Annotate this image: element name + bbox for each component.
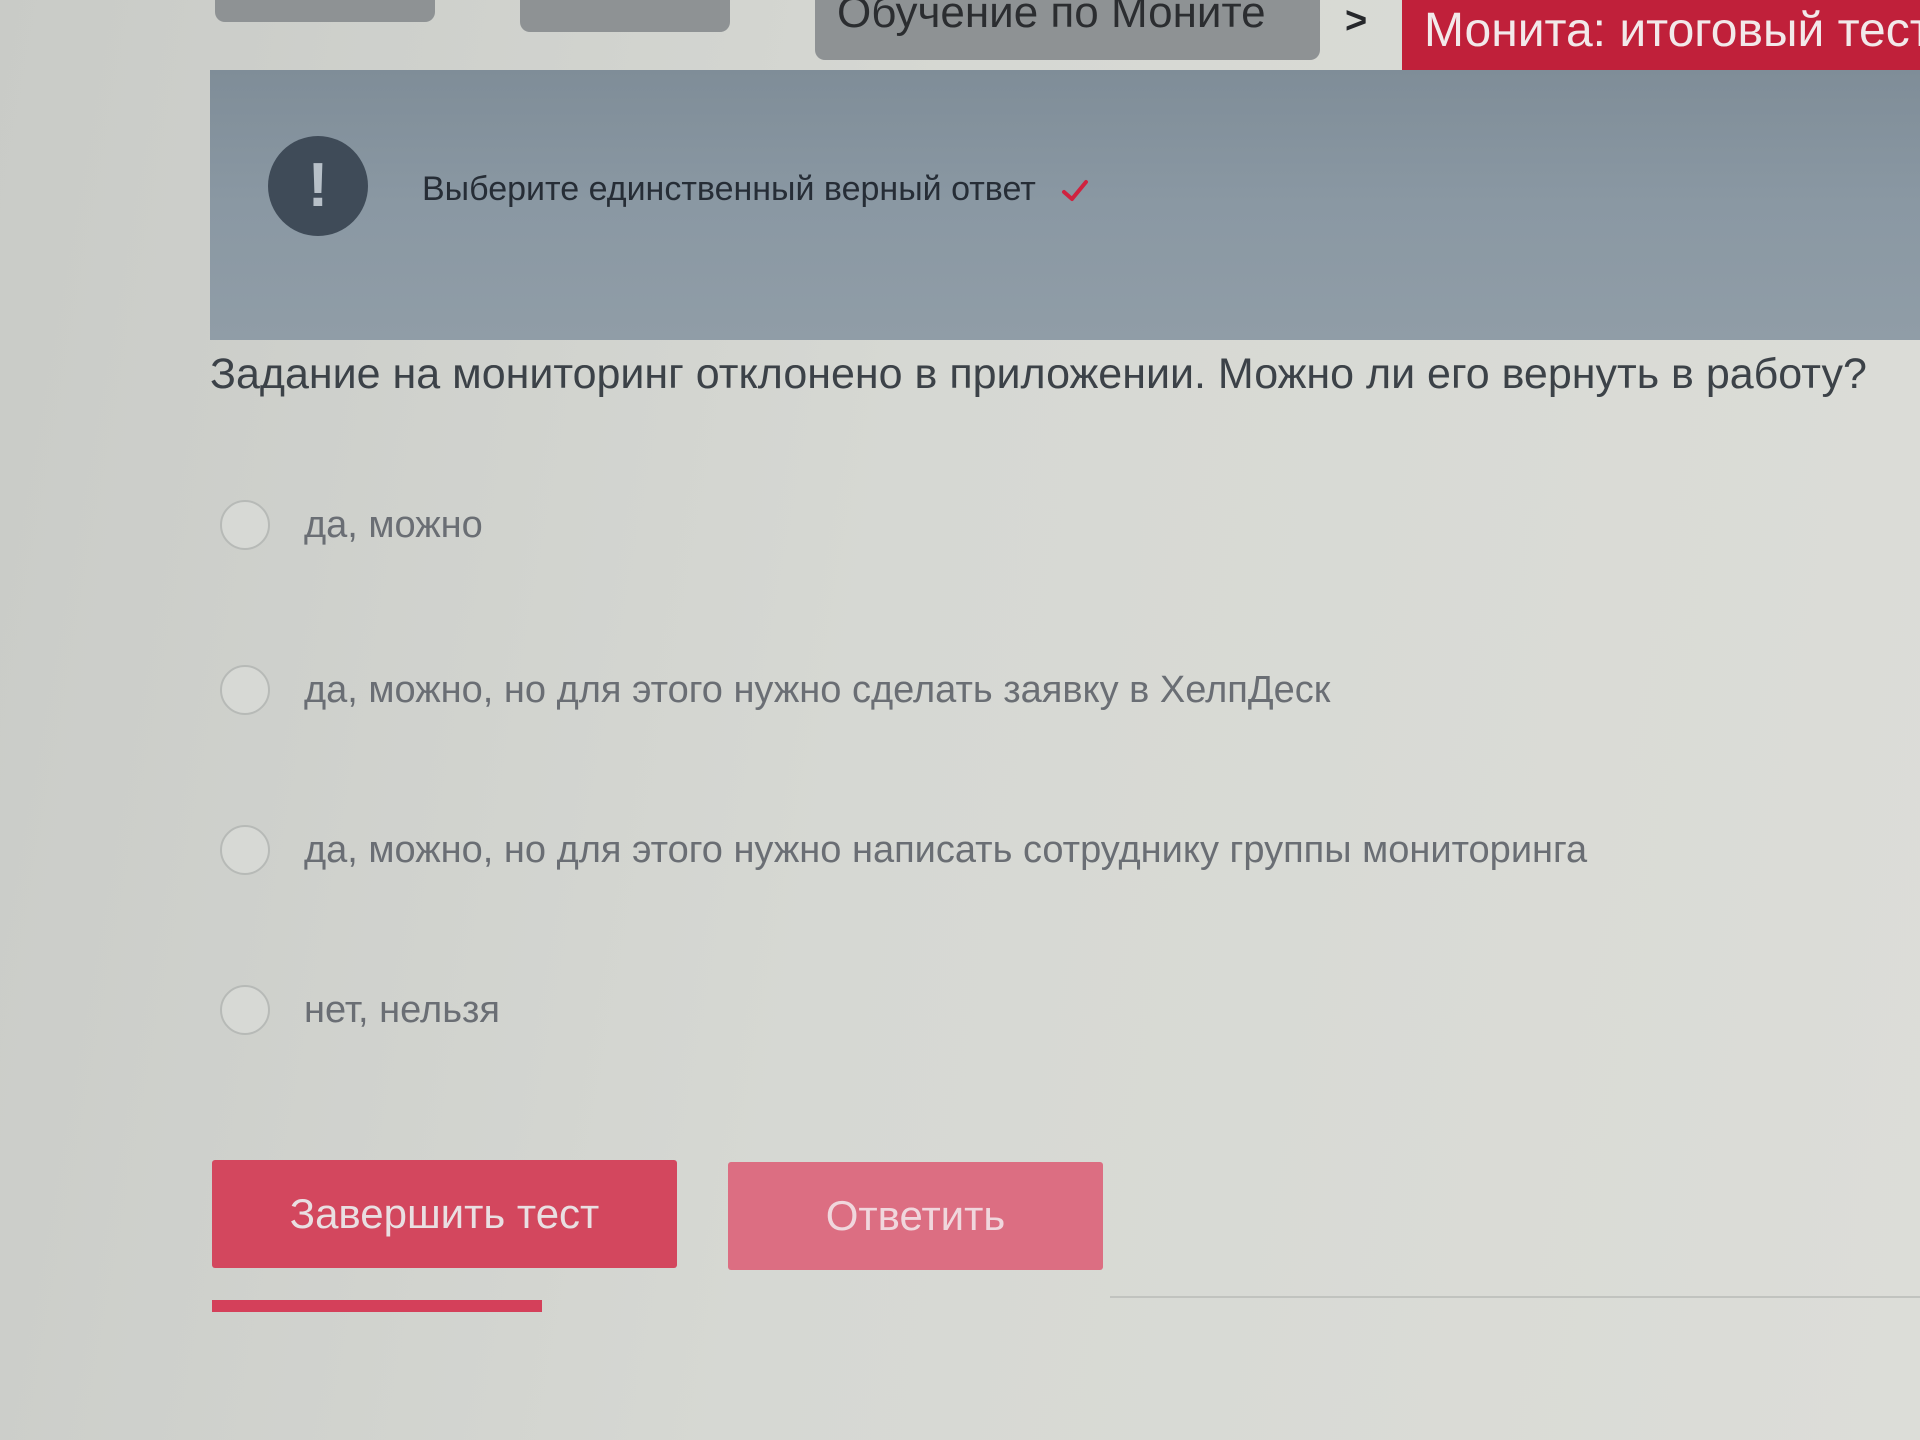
progress-underline	[212, 1300, 542, 1312]
option-label: да, можно, но для этого нужно написать с…	[304, 828, 1588, 871]
radio-button[interactable]	[220, 665, 270, 715]
checkmark-icon	[1062, 180, 1089, 202]
finish-test-button[interactable]: Завершить тест	[212, 1160, 677, 1268]
answer-button[interactable]: Ответить	[728, 1162, 1103, 1270]
radio-button[interactable]	[220, 825, 270, 875]
test-page: Обучение по Моните > Монита: итоговый те…	[0, 0, 1920, 1440]
breadcrumb-item-training[interactable]: Обучение по Моните	[815, 0, 1320, 60]
answer-option-3[interactable]: да, можно, но для этого нужно написать с…	[220, 820, 1587, 880]
answer-option-4[interactable]: нет, нельзя	[220, 980, 500, 1040]
divider	[1110, 1296, 1920, 1298]
answer-option-1[interactable]: да, можно	[220, 495, 483, 555]
radio-button[interactable]	[220, 500, 270, 550]
radio-button[interactable]	[220, 985, 270, 1035]
option-label: нет, нельзя	[304, 988, 500, 1031]
instruction-text-row: Выберите единственный верный ответ	[422, 170, 1089, 209]
exclamation-icon: !	[268, 136, 368, 236]
instruction-text: Выберите единственный верный ответ	[422, 170, 1036, 208]
option-label: да, можно	[304, 503, 483, 546]
option-label: да, можно, но для этого нужно сделать за…	[304, 668, 1331, 711]
instruction-banner: ! Выберите единственный верный ответ	[210, 70, 1920, 340]
breadcrumb-separator: >	[1345, 0, 1368, 42]
answer-option-2[interactable]: да, можно, но для этого нужно сделать за…	[220, 660, 1330, 720]
question-text: Задание на мониторинг отклонено в прилож…	[210, 350, 1867, 398]
breadcrumb-item-1[interactable]	[215, 0, 435, 22]
breadcrumb-item-2[interactable]	[520, 0, 730, 32]
